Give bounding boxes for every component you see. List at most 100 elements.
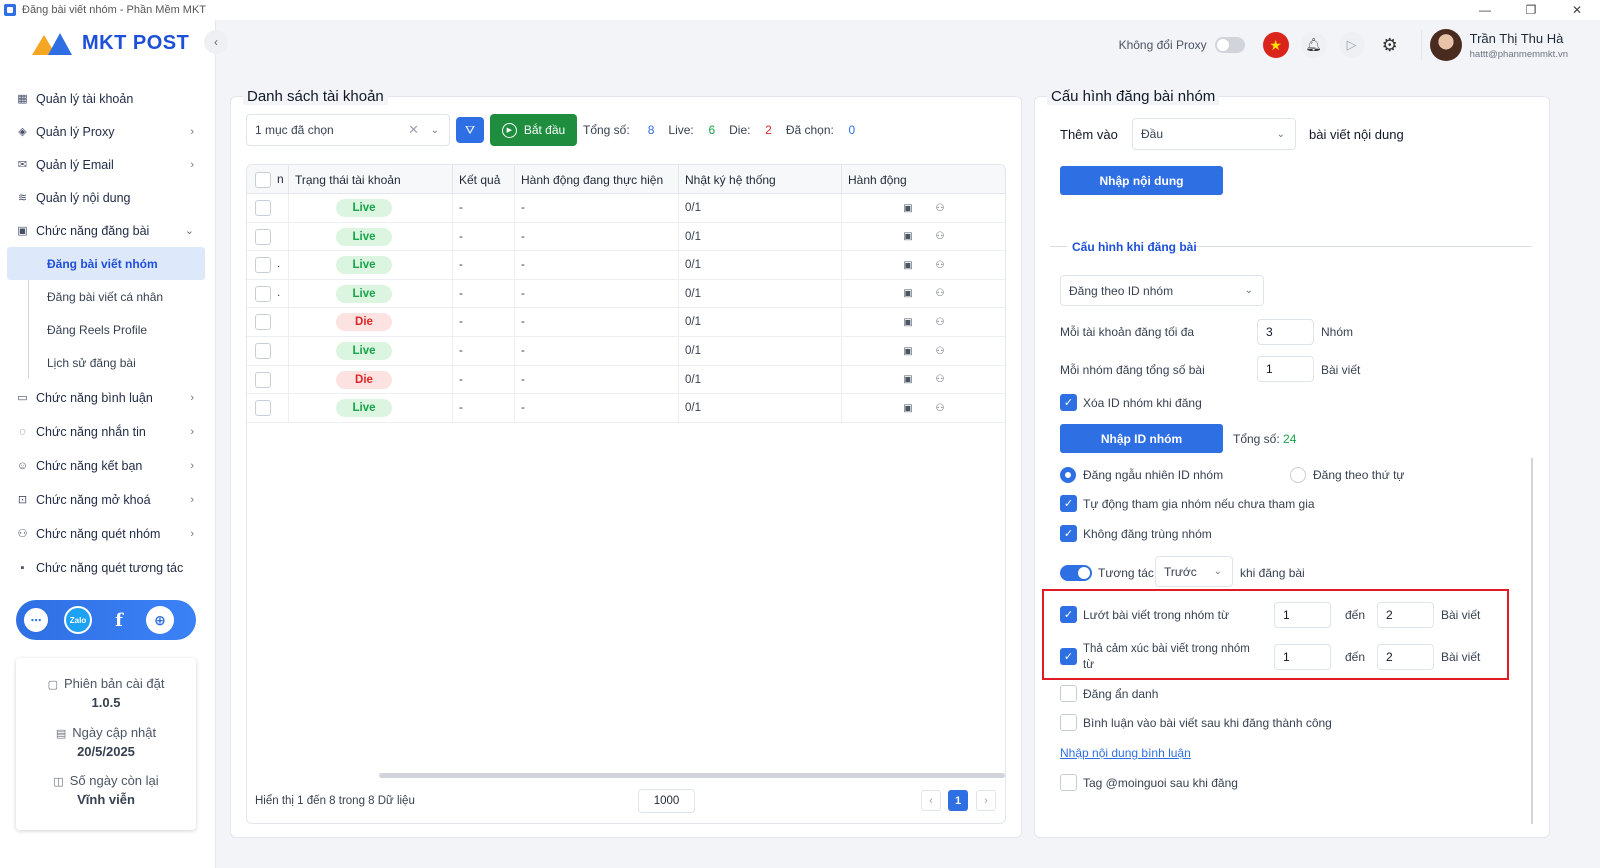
sidebar-item-content[interactable]: ≋ Quản lý nội dung bbox=[0, 181, 216, 214]
sidebar-item-comment[interactable]: ▭ Chức năng bình luận › bbox=[0, 381, 216, 414]
interact-when-select[interactable]: Trước ⌄ bbox=[1155, 556, 1233, 587]
select-all-checkbox[interactable] bbox=[255, 171, 271, 188]
prev-page-button[interactable]: ‹ bbox=[921, 790, 941, 811]
account-select[interactable]: 1 mục đã chọn ✕ ⌄ bbox=[246, 114, 450, 146]
row-checkbox[interactable] bbox=[255, 371, 271, 388]
edit-post-icon[interactable]: ▣ bbox=[902, 345, 914, 357]
group-users-icon[interactable]: ⚇ bbox=[934, 231, 946, 243]
no-duplicate-checkbox[interactable]: ✓ bbox=[1060, 525, 1077, 542]
position-select[interactable]: Đầu ⌄ bbox=[1132, 118, 1296, 150]
zalo-icon[interactable]: Zalo bbox=[64, 606, 92, 634]
row-checkbox[interactable] bbox=[255, 228, 271, 245]
table-row[interactable]: Live - -0/1 ▣ ⚇ bbox=[247, 194, 1005, 223]
users-icon: ⚇ bbox=[17, 528, 28, 540]
row-checkbox[interactable] bbox=[255, 285, 271, 302]
table-row[interactable]: . Live - -0/1 ▣ ⚇ bbox=[247, 279, 1005, 309]
gear-icon[interactable]: ⚙ bbox=[1377, 32, 1403, 58]
row-checkbox[interactable] bbox=[255, 343, 271, 359]
row-checkbox[interactable] bbox=[255, 314, 271, 331]
filter-button[interactable]: ⛛ bbox=[456, 117, 484, 143]
sidebar-item-email[interactable]: ✉ Quản lý Email › bbox=[0, 148, 216, 181]
sequential-order-radio[interactable] bbox=[1290, 467, 1306, 483]
sidebar-item-unlock[interactable]: ⊡ Chức năng mở khoá › bbox=[0, 483, 216, 516]
facebook-icon[interactable]: f bbox=[105, 606, 133, 634]
table-row[interactable]: Die - -0/1 ▣ ⚇ bbox=[247, 365, 1005, 395]
box-icon: ◫ bbox=[53, 776, 64, 788]
sidebar-subitem-personal-post[interactable]: Đăng bài viết cá nhân bbox=[29, 280, 216, 313]
auto-join-checkbox[interactable]: ✓ bbox=[1060, 495, 1077, 512]
react-posts-checkbox[interactable]: ✓ bbox=[1060, 648, 1077, 665]
scroll-to-input[interactable]: 2 bbox=[1377, 602, 1434, 628]
group-users-icon[interactable]: ⚇ bbox=[934, 202, 946, 214]
group-users-icon[interactable]: ⚇ bbox=[934, 374, 946, 386]
next-page-button[interactable]: › bbox=[976, 790, 996, 811]
maximize-button[interactable]: ❐ bbox=[1508, 0, 1554, 20]
sidebar-item-scan-interaction[interactable]: ▪ Chức năng quét tương tác bbox=[0, 551, 216, 584]
sidebar-item-message[interactable]: ◌ Chức năng nhắn tin › bbox=[0, 415, 216, 448]
bell-icon[interactable]: 🔔︎ bbox=[1300, 32, 1327, 58]
tag-everyone-checkbox[interactable] bbox=[1060, 774, 1077, 791]
comment-after-post-checkbox[interactable] bbox=[1060, 714, 1077, 731]
row-checkbox[interactable] bbox=[255, 400, 271, 417]
scroll-from-input[interactable]: 1 bbox=[1274, 602, 1331, 628]
posts-per-group-input[interactable]: 1 bbox=[1257, 356, 1314, 382]
sidebar-subitem-history[interactable]: Lịch sử đăng bài bbox=[29, 346, 216, 379]
row-checkbox[interactable] bbox=[255, 200, 271, 216]
config-scrollbar[interactable] bbox=[1531, 458, 1533, 824]
close-button[interactable]: ✕ bbox=[1554, 0, 1600, 20]
edit-post-icon[interactable]: ▣ bbox=[902, 288, 914, 300]
table-header: n Trạng thái tài khoản Kết quả Hành động… bbox=[247, 165, 1005, 194]
delete-group-checkbox[interactable]: ✓ bbox=[1060, 394, 1077, 411]
import-comment-link[interactable]: Nhập nội dung bình luận bbox=[1060, 746, 1191, 760]
sidebar-item-accounts[interactable]: ▦ Quản lý tài khoản bbox=[0, 82, 216, 115]
group-users-icon[interactable]: ⚇ bbox=[934, 316, 946, 328]
edit-post-icon[interactable]: ▣ bbox=[902, 316, 914, 328]
group-users-icon[interactable]: ⚇ bbox=[934, 345, 946, 357]
table-row[interactable]: Live - -0/1 ▣ ⚇ bbox=[247, 222, 1005, 252]
edit-post-icon[interactable]: ▣ bbox=[902, 374, 914, 386]
edit-post-icon[interactable]: ▣ bbox=[902, 202, 914, 214]
table-row[interactable]: Live - -0/1 ▣ ⚇ bbox=[247, 337, 1005, 366]
sidebar-subitem-group-post[interactable]: Đăng bài viết nhóm bbox=[7, 247, 205, 280]
support-icon[interactable]: ⋯ bbox=[22, 606, 50, 634]
import-group-id-button[interactable]: Nhập ID nhóm bbox=[1060, 424, 1223, 453]
import-content-button[interactable]: Nhập nội dung bbox=[1060, 166, 1223, 195]
sidebar-subitem-reels[interactable]: Đăng Reels Profile bbox=[29, 313, 216, 346]
table-row[interactable]: . Live - -0/1 ▣ ⚇ bbox=[247, 251, 1005, 280]
sidebar-item-posting[interactable]: ▣ Chức năng đăng bài ⌄ bbox=[0, 214, 216, 247]
react-from-input[interactable]: 1 bbox=[1274, 644, 1331, 670]
sidebar-item-friend[interactable]: ☺ Chức năng kết bạn › bbox=[0, 449, 216, 482]
row-checkbox[interactable] bbox=[255, 257, 271, 274]
start-button[interactable]: ▶ Bắt đầu bbox=[490, 114, 577, 146]
group-users-icon[interactable]: ⚇ bbox=[934, 402, 946, 414]
anonymous-checkbox[interactable] bbox=[1060, 685, 1077, 702]
clear-icon[interactable]: ✕ bbox=[408, 122, 419, 138]
sidebar-item-scan-group[interactable]: ⚇ Chức năng quét nhóm › bbox=[0, 517, 216, 550]
table-row[interactable]: Die - -0/1 ▣ ⚇ bbox=[247, 308, 1005, 337]
edit-post-icon[interactable]: ▣ bbox=[902, 402, 914, 414]
horizontal-scrollbar[interactable] bbox=[379, 773, 1005, 778]
lock-icon: ⊡ bbox=[17, 494, 28, 506]
interact-toggle[interactable] bbox=[1060, 565, 1092, 581]
edit-post-icon[interactable]: ▣ bbox=[902, 231, 914, 243]
proxy-toggle[interactable] bbox=[1214, 37, 1245, 53]
avatar[interactable] bbox=[1429, 29, 1462, 61]
table-row[interactable]: Live - -0/1 ▣ ⚇ bbox=[247, 394, 1005, 423]
page-button[interactable]: 1 bbox=[948, 790, 968, 811]
max-per-account-input[interactable]: 3 bbox=[1257, 319, 1314, 345]
page-size-input[interactable]: 1000 bbox=[638, 789, 695, 813]
react-to-input[interactable]: 2 bbox=[1377, 644, 1434, 670]
edit-post-icon[interactable]: ▣ bbox=[902, 259, 914, 271]
minimize-button[interactable]: — bbox=[1462, 0, 1508, 20]
globe-icon[interactable]: ⊕ bbox=[146, 606, 174, 634]
random-order-radio[interactable] bbox=[1060, 467, 1076, 483]
group-users-icon[interactable]: ⚇ bbox=[934, 259, 946, 271]
sidebar-item-proxy[interactable]: ◈ Quản lý Proxy › bbox=[0, 115, 216, 148]
group-users-icon[interactable]: ⚇ bbox=[934, 288, 946, 300]
post-by-select[interactable]: Đăng theo ID nhóm ⌄ bbox=[1060, 275, 1264, 306]
scroll-posts-checkbox[interactable]: ✓ bbox=[1060, 606, 1077, 623]
user-info[interactable]: Trần Thị Thu Hà hattt@phanmemmkt.vn bbox=[1470, 31, 1568, 60]
play-icon[interactable]: ▷ bbox=[1338, 32, 1365, 58]
collapse-sidebar-button[interactable]: ‹ bbox=[204, 30, 228, 54]
vietnam-flag-icon[interactable]: ★ bbox=[1262, 32, 1289, 58]
